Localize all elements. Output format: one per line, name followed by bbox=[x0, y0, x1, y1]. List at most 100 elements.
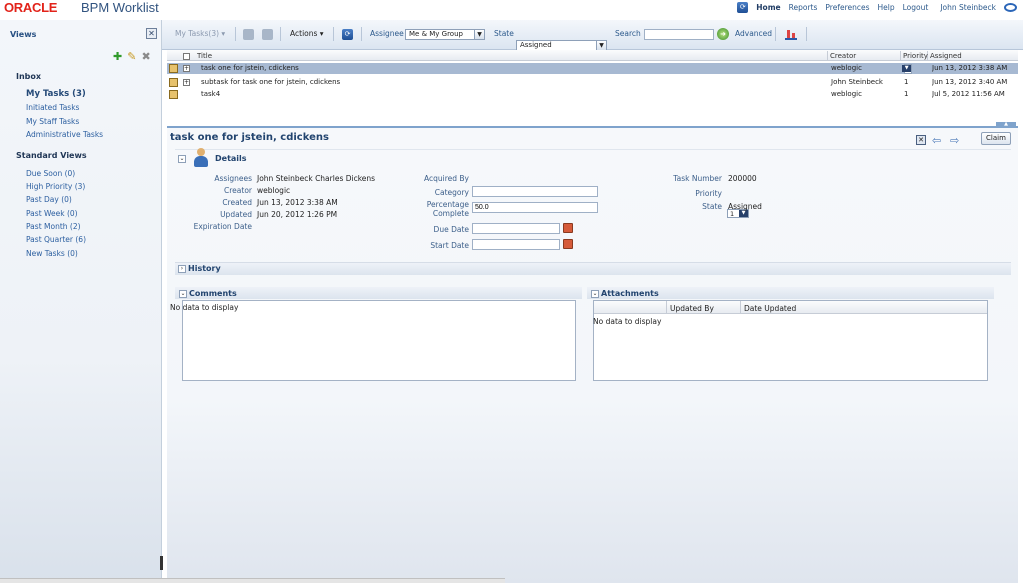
column-title[interactable]: Title bbox=[195, 51, 828, 61]
search-go-icon[interactable]: ➜ bbox=[717, 28, 729, 40]
home-link[interactable]: Home bbox=[756, 3, 780, 12]
divider bbox=[175, 149, 1011, 150]
due-date-input[interactable] bbox=[472, 223, 560, 234]
delete-icon[interactable] bbox=[262, 29, 273, 40]
history-toggle[interactable]: › bbox=[178, 265, 186, 273]
views-sidebar bbox=[0, 20, 162, 583]
view-tools: ✚ ✎ ✖ bbox=[113, 50, 151, 63]
percentage-input[interactable] bbox=[472, 202, 598, 213]
comments-heading: Comments bbox=[189, 289, 237, 298]
reports-link[interactable]: Reports bbox=[789, 3, 818, 12]
toolbar-separator bbox=[806, 27, 807, 41]
edit-icon[interactable] bbox=[243, 29, 254, 40]
views-title: Views bbox=[10, 30, 37, 39]
task-icon bbox=[169, 78, 178, 87]
column-creator[interactable]: Creator bbox=[828, 51, 901, 61]
delete-view-icon[interactable]: ✖ bbox=[141, 50, 150, 63]
select-all-checkbox[interactable] bbox=[183, 53, 190, 60]
creator-label: Creator bbox=[224, 186, 252, 195]
sidebar-item-my-tasks[interactable]: My Tasks (3) bbox=[26, 89, 86, 99]
creator-value: weblogic bbox=[257, 186, 291, 195]
row-creator: John Steinbeck bbox=[831, 78, 883, 86]
chart-icon[interactable] bbox=[785, 29, 797, 40]
my-tasks-menu[interactable]: My Tasks(3) ▾ bbox=[175, 29, 225, 38]
assignees-value: John Steinbeck Charles Dickens bbox=[257, 174, 376, 183]
history-heading[interactable]: History bbox=[188, 264, 221, 273]
calendar-icon[interactable] bbox=[563, 223, 573, 233]
logout-link[interactable]: Logout bbox=[903, 3, 929, 12]
sidebar-item-initiated-tasks[interactable]: Initiated Tasks bbox=[26, 103, 79, 112]
help-link[interactable]: Help bbox=[878, 3, 895, 12]
oracle-ring-icon bbox=[1004, 3, 1017, 12]
start-date-input[interactable] bbox=[472, 239, 560, 250]
previous-arrow-icon[interactable]: ⇦ bbox=[932, 134, 941, 147]
expand-icon[interactable]: + bbox=[183, 79, 190, 86]
row-assigned: Jun 13, 2012 3:38 AM bbox=[932, 64, 1008, 72]
status-bar bbox=[0, 578, 505, 583]
column-priority[interactable]: Priority bbox=[901, 51, 928, 61]
sidebar-item-past-month[interactable]: Past Month (2) bbox=[26, 222, 81, 231]
close-icon[interactable]: ✕ bbox=[146, 28, 157, 39]
attachments-toggle[interactable]: ⌄ bbox=[591, 290, 599, 298]
priority-label: Priority bbox=[695, 189, 722, 198]
column-assigned[interactable]: Assigned bbox=[928, 51, 1018, 61]
refresh-icon[interactable]: ⟳ bbox=[342, 29, 353, 40]
task-icon bbox=[169, 90, 178, 99]
assignee-select[interactable]: Me & My Group ▼ bbox=[405, 29, 485, 40]
table-row[interactable]: + subtask for task one for jstein, cdick… bbox=[167, 77, 1018, 88]
search-input[interactable] bbox=[644, 29, 714, 40]
state-label: State bbox=[702, 202, 722, 211]
comments-toggle[interactable]: ⌄ bbox=[179, 290, 187, 298]
state-label: State bbox=[494, 29, 514, 38]
percentage-label: Percentage Complete bbox=[426, 200, 469, 218]
actions-menu[interactable]: Actions ▾ bbox=[290, 29, 324, 38]
comments-empty-message: No data to display bbox=[170, 303, 239, 312]
row-title: task4 bbox=[201, 90, 221, 98]
attachments-empty-message: No data to display bbox=[593, 317, 662, 326]
history-bar bbox=[175, 262, 1011, 275]
start-date-label: Start Date bbox=[430, 241, 469, 250]
toolbar-separator bbox=[280, 27, 281, 41]
table-row[interactable]: task4 weblogic 1 Jul 5, 2012 11:56 AM bbox=[167, 89, 1018, 100]
acquired-by-label: Acquired By bbox=[424, 174, 469, 183]
assignees-label: Assignees bbox=[214, 174, 252, 183]
toolbar-separator bbox=[361, 27, 362, 41]
advanced-search-link[interactable]: Advanced bbox=[735, 29, 772, 38]
table-row[interactable]: + task one for jstein, cdickens weblogic… bbox=[167, 63, 1018, 74]
sidebar-item-my-staff-tasks[interactable]: My Staff Tasks bbox=[26, 117, 79, 126]
sidebar-item-new-tasks[interactable]: New Tasks (0) bbox=[26, 249, 78, 258]
updated-value: Jun 20, 2012 1:26 PM bbox=[257, 210, 338, 219]
app-title: BPM Worklist bbox=[81, 0, 159, 15]
column-divider bbox=[666, 301, 667, 314]
expand-icon[interactable]: + bbox=[183, 65, 190, 72]
sidebar-item-high-priority[interactable]: High Priority (3) bbox=[26, 182, 85, 191]
user-icon bbox=[193, 148, 209, 168]
task-number-value: 200000 bbox=[728, 174, 757, 183]
category-input[interactable] bbox=[472, 186, 598, 197]
assignee-label: Assignee bbox=[370, 29, 404, 38]
edit-view-icon[interactable]: ✎ bbox=[127, 50, 136, 63]
splitter-handle[interactable] bbox=[160, 556, 163, 570]
sidebar-item-past-week[interactable]: Past Week (0) bbox=[26, 209, 78, 218]
preferences-link[interactable]: Preferences bbox=[825, 3, 869, 12]
user-name: John Steinbeck bbox=[940, 3, 996, 12]
priority-select[interactable]: 1▼ bbox=[902, 64, 913, 74]
toolbar-separator bbox=[333, 27, 334, 41]
sidebar-item-administrative-tasks[interactable]: Administrative Tasks bbox=[26, 130, 103, 139]
column-date-updated[interactable]: Date Updated bbox=[744, 304, 796, 313]
claim-button[interactable]: Claim bbox=[981, 132, 1011, 145]
details-toggle[interactable]: ⌄ bbox=[178, 155, 186, 163]
sidebar-item-past-quarter[interactable]: Past Quarter (6) bbox=[26, 235, 86, 244]
refresh-icon[interactable]: ⟳ bbox=[737, 2, 749, 13]
sidebar-item-past-day[interactable]: Past Day (0) bbox=[26, 195, 72, 204]
next-arrow-icon[interactable]: ⇨ bbox=[950, 134, 959, 147]
column-updated-by[interactable]: Updated By bbox=[670, 304, 714, 313]
attachments-heading: Attachments bbox=[601, 289, 659, 298]
comments-box bbox=[182, 300, 576, 381]
sidebar-item-due-soon[interactable]: Due Soon (0) bbox=[26, 169, 75, 178]
close-icon[interactable]: ✕ bbox=[916, 135, 926, 145]
add-view-icon[interactable]: ✚ bbox=[113, 50, 122, 63]
task-title: task one for jstein, cdickens bbox=[170, 132, 329, 143]
row-priority: 1 bbox=[904, 78, 909, 86]
calendar-icon[interactable] bbox=[563, 239, 573, 249]
